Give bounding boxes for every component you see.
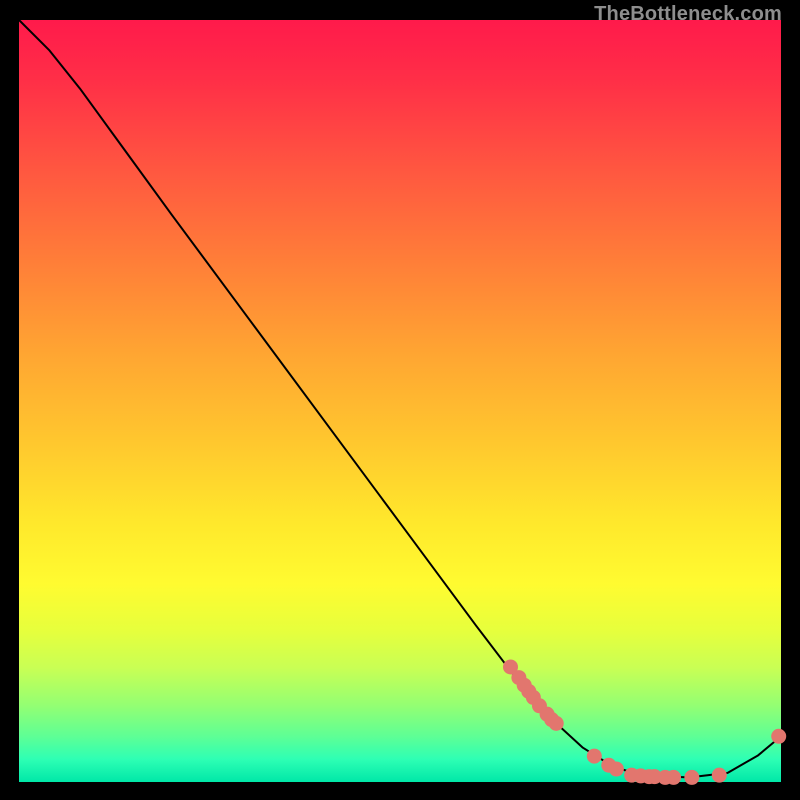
data-dot [609, 762, 624, 777]
chart-svg [19, 20, 781, 782]
data-dot [684, 770, 699, 785]
data-dot [587, 749, 602, 764]
watermark-text: TheBottleneck.com [594, 3, 782, 26]
bottleneck-curve [19, 20, 781, 777]
data-dot [712, 768, 727, 783]
data-dot [549, 716, 564, 731]
chart-container: TheBottleneck.com [0, 0, 800, 800]
data-dot [666, 770, 681, 785]
data-dots [503, 659, 786, 784]
plot-area [19, 20, 781, 782]
data-dot [771, 729, 786, 744]
